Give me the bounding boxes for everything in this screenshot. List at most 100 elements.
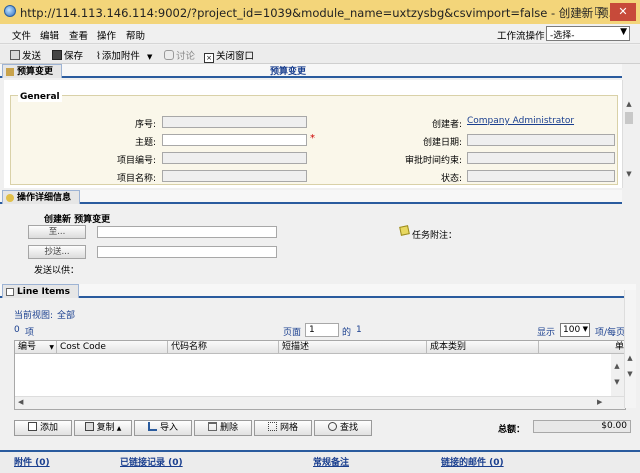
scroll-left-icon[interactable]: ◀ [18,398,23,406]
detail-area: 创建新 预算变更 至... 抄送... 发送以供： 任务附注： [0,206,636,284]
total-value: $0.00 [601,421,627,431]
find-label: 查找 [339,423,358,433]
detail-section-tab[interactable]: 操作详细信息 [2,190,81,204]
menu-edit[interactable]: 编辑 [40,28,59,42]
scroll-down-icon[interactable]: ▼ [625,170,633,178]
scroll-thumb[interactable] [625,112,633,124]
column-header-cost-type[interactable]: 成本类别 [427,341,539,354]
minimize-button[interactable]: – [572,3,590,21]
per-page-label: 项/每页 [595,328,626,338]
line-items-tab[interactable]: Line Items [2,284,79,298]
chevron-down-icon: ▼ [146,53,153,61]
search-icon [327,422,337,431]
creator-link[interactable]: Company Administrator [467,116,574,126]
workflow-select[interactable]: -选择- ▼ [546,26,630,41]
maximize-button[interactable]: ☐ [590,3,608,21]
browser-icon [4,5,16,17]
to-button[interactable]: 至... [28,225,86,239]
close-window-tool-button[interactable]: × 关闭窗口 [204,48,254,63]
general-group-label: General [18,92,62,102]
budget-center-title: 预算变更 [270,67,307,77]
attachments-link[interactable]: 附件 (0) [14,455,50,468]
subject-input[interactable] [162,134,307,146]
import-button[interactable]: 导入 [134,420,192,436]
grid-vertical-scrollbar[interactable]: ▲ ▼ [611,354,625,396]
close-window-icon: × [204,53,214,63]
linked-mail-link[interactable]: 链接的邮件 (0) [441,455,504,468]
item-count: 0 [14,325,20,335]
item-count-suffix: 项 [25,328,35,338]
save-icon [52,50,62,60]
triangle-up-icon: ▲ [116,425,122,432]
menu-view[interactable]: 查看 [69,28,88,42]
created-date-field [467,134,615,146]
show-label: 显示 [537,328,556,338]
copy-button[interactable]: 复制 ▲ [74,420,132,436]
chevron-down-icon: ▼ [620,27,627,37]
add-label: 添加 [39,423,58,433]
menu-action[interactable]: 操作 [97,28,116,42]
budget-section-header: 预算变更 预算变更 [0,64,622,78]
per-page-select[interactable]: 100 ▼ [560,323,590,337]
line-items-area: 当前视图: 全部 0 项 页面 1 的 1 显示 100 ▼ 项/每页 编号 ▼… [0,300,636,448]
grid-button[interactable]: 网格 [254,420,312,436]
save-label: 保存 [64,51,84,62]
menu-help[interactable]: 帮助 [126,28,145,42]
discuss-button[interactable]: 讨论 [164,48,195,62]
menu-file[interactable]: 文件 [12,28,31,42]
budget-section-tab-label: 预算变更 [17,67,54,77]
scroll-up-icon[interactable]: ▲ [626,354,634,362]
status-field [467,170,615,182]
detail-section-tab-label: 操作详细信息 [17,193,72,203]
cc-input[interactable] [97,246,277,258]
line-items-scrollbar[interactable]: ▲ ▼ [624,290,636,408]
footer-bar: 附件 (0) 已链接记录 (0) 常规备注 链接的邮件 (0) [0,450,640,473]
task-note-label: 任务附注： [412,231,458,241]
copy-icon [84,422,94,431]
column-header-short-desc[interactable]: 短描述 [279,341,427,354]
import-label: 导入 [159,423,178,433]
column-header-code-name[interactable]: 代码名称 [168,341,279,354]
cc-button[interactable]: 抄送... [28,245,86,259]
approval-constraint-field [467,152,615,164]
field-label-serial: 序号: [134,120,156,130]
field-label-subject: 主题: [134,138,156,148]
grid-icon [267,422,277,431]
form-scrollbar[interactable]: ▲ ▼ [622,80,635,188]
column-header-cost-code[interactable]: Cost Code [57,341,168,354]
per-page-value: 100 [563,325,581,335]
linked-records-link[interactable]: 已链接记录 (0) [120,455,183,468]
find-button[interactable]: 查找 [314,420,372,436]
column-header-number[interactable]: 编号 ▼ [15,341,57,354]
budget-section-tab[interactable]: 预算变更 [2,64,63,78]
window-titlebar: http://114.113.146.114:9002/?project_id=… [0,0,640,24]
add-attachment-button[interactable]: ⌇添加附件 ▼ [96,48,152,62]
general-notes-link[interactable]: 常规备注 [313,455,349,468]
send-button[interactable]: 发送 [10,48,41,62]
scroll-up-icon[interactable]: ▲ [613,362,621,370]
grid-horizontal-scrollbar[interactable]: ◀ ▶ [15,396,625,409]
current-view-link[interactable]: 全部 [57,308,75,321]
field-label-approval-constraint: 审批时间约束: [404,156,462,166]
serial-field [162,116,307,128]
delete-button[interactable]: 删除 [194,420,252,436]
paperclip-icon: ⌇ [96,51,101,62]
scroll-down-icon[interactable]: ▼ [626,370,634,378]
scroll-down-icon[interactable]: ▼ [613,378,621,386]
to-input[interactable] [97,226,277,238]
add-button[interactable]: 添加 [14,420,72,436]
chevron-down-icon: ▼ [582,325,588,333]
scroll-right-icon[interactable]: ▶ [597,398,602,406]
collapse-icon [6,288,14,296]
total-pages: 1 [356,325,362,335]
delete-label: 删除 [219,423,238,433]
close-window-button[interactable]: ✕ [610,3,636,21]
field-label-status: 状态: [440,174,462,184]
save-button[interactable]: 保存 [52,48,83,62]
page-input-value: 1 [309,325,315,335]
column-header-unit-price[interactable]: 单价 [539,341,625,354]
scroll-up-icon[interactable]: ▲ [625,100,633,108]
project-name-field [162,170,307,182]
column-header-number-label: 编号 [18,342,37,352]
page-input[interactable]: 1 [305,323,339,337]
